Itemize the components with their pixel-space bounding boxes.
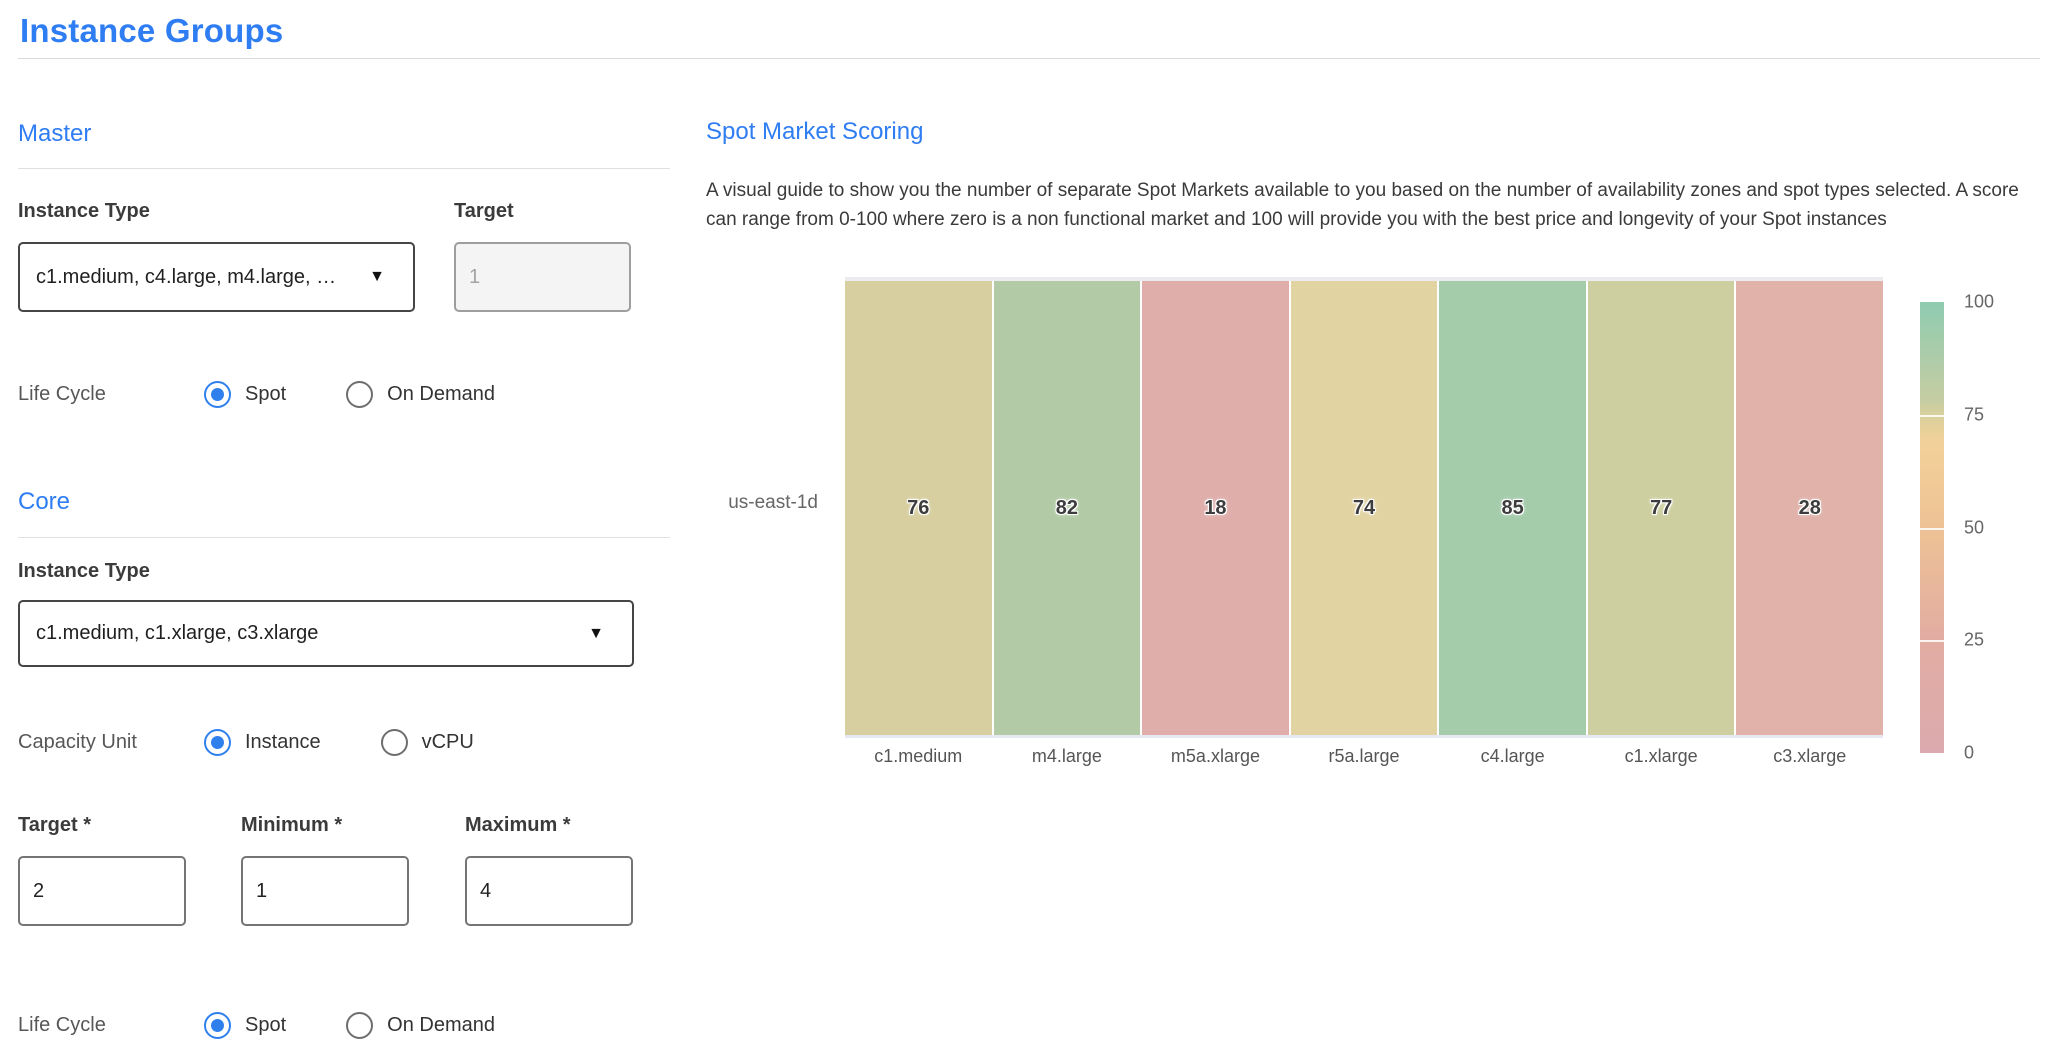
colorbar-divider [1920,528,1944,530]
colorbar-tick-label: 100 [1964,292,1994,313]
chevron-down-icon: ▼ [588,625,632,643]
core-target-input[interactable] [18,856,186,926]
radio-option-on-demand[interactable]: On Demand [346,1012,495,1039]
core-divider [18,537,670,538]
master-instance-type-select[interactable]: c1.medium, c4.large, m4.large, … ▼ [18,242,415,312]
x-axis-label-m4.large: m4.large [994,746,1141,767]
radio-label: vCPU [422,731,474,754]
radio-option-instance[interactable]: Instance [204,729,321,756]
heatmap-value: 76 [907,497,929,520]
radio-dot [211,736,224,749]
colorbar-divider [1920,640,1944,642]
heatmap-cell-c1.medium[interactable]: 76 [845,281,992,735]
colorbar-tick-label: 75 [1964,404,1984,425]
form-column: Master Instance Type c1.medium, c4.large… [18,0,678,1058]
radio-selected-icon[interactable] [204,381,231,408]
master-instance-type-label: Instance Type [18,200,150,223]
heatmap-cell-c3.xlarge[interactable]: 28 [1736,281,1883,735]
radio-selected-icon[interactable] [204,1012,231,1039]
heatmap-value: 18 [1204,497,1226,520]
core-capacity-unit-label: Capacity Unit [18,731,204,754]
radio-label: Spot [245,383,286,406]
heatmap-cell-m5a.xlarge[interactable]: 18 [1142,281,1289,735]
heatmap-value: 77 [1650,497,1672,520]
core-minimum-label: Minimum * [241,814,342,837]
master-instance-type-value: c1.medium, c4.large, m4.large, … [20,266,369,289]
master-divider [18,168,670,169]
colorbar-tick-label: 0 [1964,743,1974,764]
heatmap-cell-m4.large[interactable]: 82 [994,281,1141,735]
colorbar [1920,302,1944,753]
core-maximum-input[interactable] [465,856,633,926]
x-axis-label-c4.large: c4.large [1439,746,1586,767]
radio-dot [211,388,224,401]
colorbar-tick-label: 50 [1964,517,1984,538]
core-minimum-input[interactable] [241,856,409,926]
master-life-cycle-label: Life Cycle [18,383,204,406]
x-axis-label-m5a.xlarge: m5a.xlarge [1142,746,1289,767]
core-life-cycle-row: Life Cycle Spot On Demand [18,998,555,1052]
core-life-cycle-label: Life Cycle [18,1014,204,1037]
radio-label: Instance [245,731,321,754]
radio-dot [353,1019,366,1032]
instance-groups-page: Instance Groups Master Instance Type c1.… [0,0,2058,1058]
radio-option-on-demand[interactable]: On Demand [346,381,495,408]
master-target-input [454,242,631,312]
core-instance-type-value: c1.medium, c1.xlarge, c3.xlarge [20,622,588,645]
chevron-down-icon: ▼ [369,268,413,286]
colorbar-tick-label: 25 [1964,630,1984,651]
radio-unselected-icon[interactable] [346,381,373,408]
master-heading: Master [18,120,91,148]
heatmap-value: 82 [1056,497,1078,520]
radio-dot [388,736,401,749]
core-life-cycle-group: Spot On Demand [204,1012,555,1039]
x-axis-label-c1.medium: c1.medium [845,746,992,767]
radio-unselected-icon[interactable] [381,729,408,756]
heatmap-value: 28 [1799,497,1821,520]
radio-option-spot[interactable]: Spot [204,1012,286,1039]
heatmap-cell-c4.large[interactable]: 85 [1439,281,1586,735]
x-axis-label-c3.xlarge: c3.xlarge [1736,746,1883,767]
y-axis-label: us-east-1d [690,492,818,514]
spot-market-heading: Spot Market Scoring [706,118,923,146]
core-capacity-unit-row: Capacity Unit Instance vCPU [18,715,534,769]
radio-dot [211,1019,224,1032]
spot-market-description: A visual guide to show you the number of… [706,176,2040,234]
core-target-label: Target * [18,814,91,837]
master-target-label: Target [454,200,514,223]
radio-option-vcpu[interactable]: vCPU [381,729,474,756]
core-instance-type-label: Instance Type [18,560,150,583]
radio-label: On Demand [387,1014,495,1037]
master-life-cycle-group: Spot On Demand [204,381,555,408]
heatmap-cell-c1.xlarge[interactable]: 77 [1588,281,1735,735]
colorbar-divider [1920,415,1944,417]
x-axis-labels: c1.mediumm4.largem5a.xlarger5a.largec4.l… [845,746,1883,767]
master-life-cycle-row: Life Cycle Spot On Demand [18,367,555,421]
core-instance-type-select[interactable]: c1.medium, c1.xlarge, c3.xlarge ▼ [18,600,634,667]
core-heading: Core [18,488,70,516]
x-axis-label-c1.xlarge: c1.xlarge [1588,746,1735,767]
radio-label: On Demand [387,383,495,406]
core-capacity-unit-group: Instance vCPU [204,729,534,756]
radio-unselected-icon[interactable] [346,1012,373,1039]
x-axis-label-r5a.large: r5a.large [1291,746,1438,767]
spot-score-heatmap: 76 82 18 74 85 77 28 [845,277,1883,738]
heatmap-value: 74 [1353,497,1375,520]
radio-selected-icon[interactable] [204,729,231,756]
colorbar-tick-labels: 1007550250 [1964,302,2024,753]
radio-option-spot[interactable]: Spot [204,381,286,408]
core-maximum-label: Maximum * [465,814,571,837]
heatmap-value: 85 [1501,497,1523,520]
heatmap-cell-r5a.large[interactable]: 74 [1291,281,1438,735]
radio-dot [353,388,366,401]
radio-label: Spot [245,1014,286,1037]
